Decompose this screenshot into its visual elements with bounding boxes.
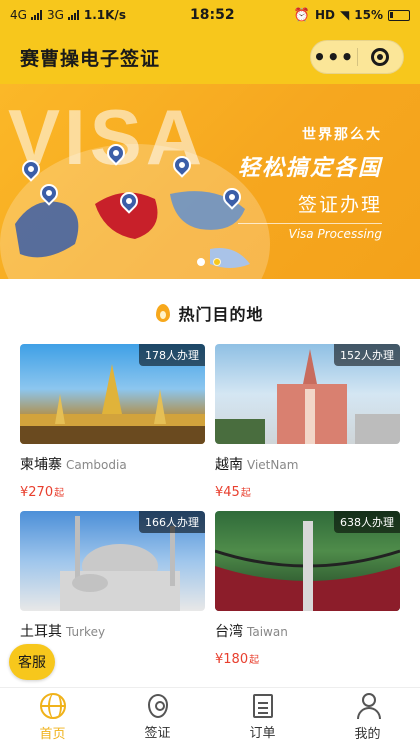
- tab-label: 签证: [144, 726, 171, 741]
- destination-name: 台湾 Taiwan: [215, 621, 400, 641]
- destination-card-taiwan[interactable]: 638人办理 台湾 Taiwan ¥180起: [215, 511, 400, 667]
- destination-name-en: Cambodia: [66, 458, 127, 472]
- price-unit: 起: [54, 488, 65, 499]
- destination-card-vietnam[interactable]: 152人办理 越南 VietNam ¥45起: [215, 344, 400, 500]
- wifi-icon: ◥: [340, 8, 350, 22]
- applicant-count-badge: 166人办理: [139, 511, 205, 533]
- mini-program-capsule: •••: [310, 40, 404, 74]
- tab-label: 我的: [354, 727, 381, 742]
- destination-name-cn: 台湾: [215, 624, 243, 640]
- banner-text: 世界那么大 轻松搞定各国 签证办理 Visa Processing: [237, 124, 382, 241]
- banner-line4: Visa Processing: [237, 223, 382, 241]
- app-title: 赛曹操电子签证: [20, 47, 161, 70]
- destination-image: 166人办理: [20, 511, 205, 611]
- destination-image: 152人办理: [215, 344, 400, 444]
- destination-card-turkey[interactable]: 166人办理 土耳其Turkey ¥0起: [20, 511, 205, 667]
- signal-icon: [30, 10, 43, 20]
- customer-service-button[interactable]: 客服: [9, 644, 55, 680]
- destination-name-cn: 柬埔寨: [20, 457, 62, 473]
- destination-image: 638人办理: [215, 511, 400, 611]
- flame-icon: [156, 304, 171, 322]
- tab-bar: 首页 签证 订单 我的: [0, 687, 420, 747]
- status-right: ⏰ HD ◥ 15%: [294, 8, 410, 23]
- carousel-dot-2[interactable]: [213, 258, 221, 266]
- carousel-dot-1[interactable]: [197, 258, 205, 266]
- destination-price: ¥180起: [215, 651, 400, 667]
- price-unit: 起: [240, 488, 251, 499]
- destination-card-cambodia[interactable]: 178人办理 柬埔寨 Cambodia ¥270起: [20, 344, 205, 500]
- order-icon: [252, 694, 273, 718]
- applicant-count-badge: 638人办理: [334, 511, 400, 533]
- destination-name-cn: 土耳其: [20, 624, 62, 640]
- battery-percent: 15%: [354, 8, 383, 22]
- applicant-count-badge: 178人办理: [139, 344, 205, 366]
- destination-name-en: VietNam: [247, 458, 299, 472]
- close-button[interactable]: [357, 48, 403, 66]
- globe-icon: [39, 693, 66, 719]
- network-type-2: 3G: [46, 8, 64, 22]
- section-title-text: 热门目的地: [178, 305, 264, 324]
- status-time: 18:52: [190, 7, 235, 23]
- network-speed: 1.1K/s: [83, 8, 126, 22]
- price-unit: 起: [249, 655, 260, 666]
- hd-label: HD: [315, 8, 336, 22]
- more-button[interactable]: •••: [311, 47, 357, 67]
- network-type-1: 4G: [10, 8, 27, 22]
- tab-visa[interactable]: 签证: [105, 688, 210, 747]
- signal-icon: [67, 10, 80, 20]
- tab-profile[interactable]: 我的: [315, 688, 420, 747]
- tab-label: 首页: [39, 727, 66, 742]
- price-value: ¥180: [215, 652, 249, 667]
- location-icon: [147, 694, 168, 718]
- tab-label: 订单: [249, 726, 276, 741]
- alarm-icon: ⏰: [293, 7, 311, 23]
- destination-name-en: Taiwan: [247, 625, 288, 639]
- destination-price: ¥270起: [20, 484, 205, 500]
- destination-name-cn: 越南: [215, 457, 243, 473]
- destination-name: 土耳其 Turkey: [20, 621, 205, 641]
- banner-line1: 世界那么大: [302, 127, 382, 143]
- user-icon: [356, 693, 381, 719]
- destination-name: 柬埔寨 Cambodia: [20, 454, 205, 474]
- banner-line3: 签证办理: [297, 194, 382, 216]
- price-value: ¥270: [20, 485, 54, 500]
- section-title: 热门目的地: [0, 296, 420, 330]
- applicant-count-badge: 152人办理: [334, 344, 400, 366]
- target-icon: [371, 48, 390, 66]
- tab-orders[interactable]: 订单: [210, 688, 315, 747]
- destination-name-en: Turkey: [66, 625, 106, 639]
- destination-image: 178人办理: [20, 344, 205, 444]
- destination-price: ¥45起: [215, 484, 400, 500]
- status-bar: 4G 3G 1.1K/s 18:52 ⏰ HD ◥ 15%: [0, 0, 420, 30]
- carousel-dots: [197, 258, 221, 266]
- price-value: ¥45: [215, 485, 240, 500]
- battery-icon: [388, 9, 410, 21]
- tab-home[interactable]: 首页: [0, 688, 105, 747]
- destination-name: 越南 VietNam: [215, 454, 400, 474]
- banner-carousel[interactable]: VISA 世界那么大 轻松搞定各国 签证办理 Visa Processing: [0, 84, 420, 279]
- banner-line2: 轻松搞定各国: [237, 156, 382, 181]
- world-map-graphic: [15, 191, 250, 268]
- app-header: 赛曹操电子签证 •••: [0, 30, 420, 84]
